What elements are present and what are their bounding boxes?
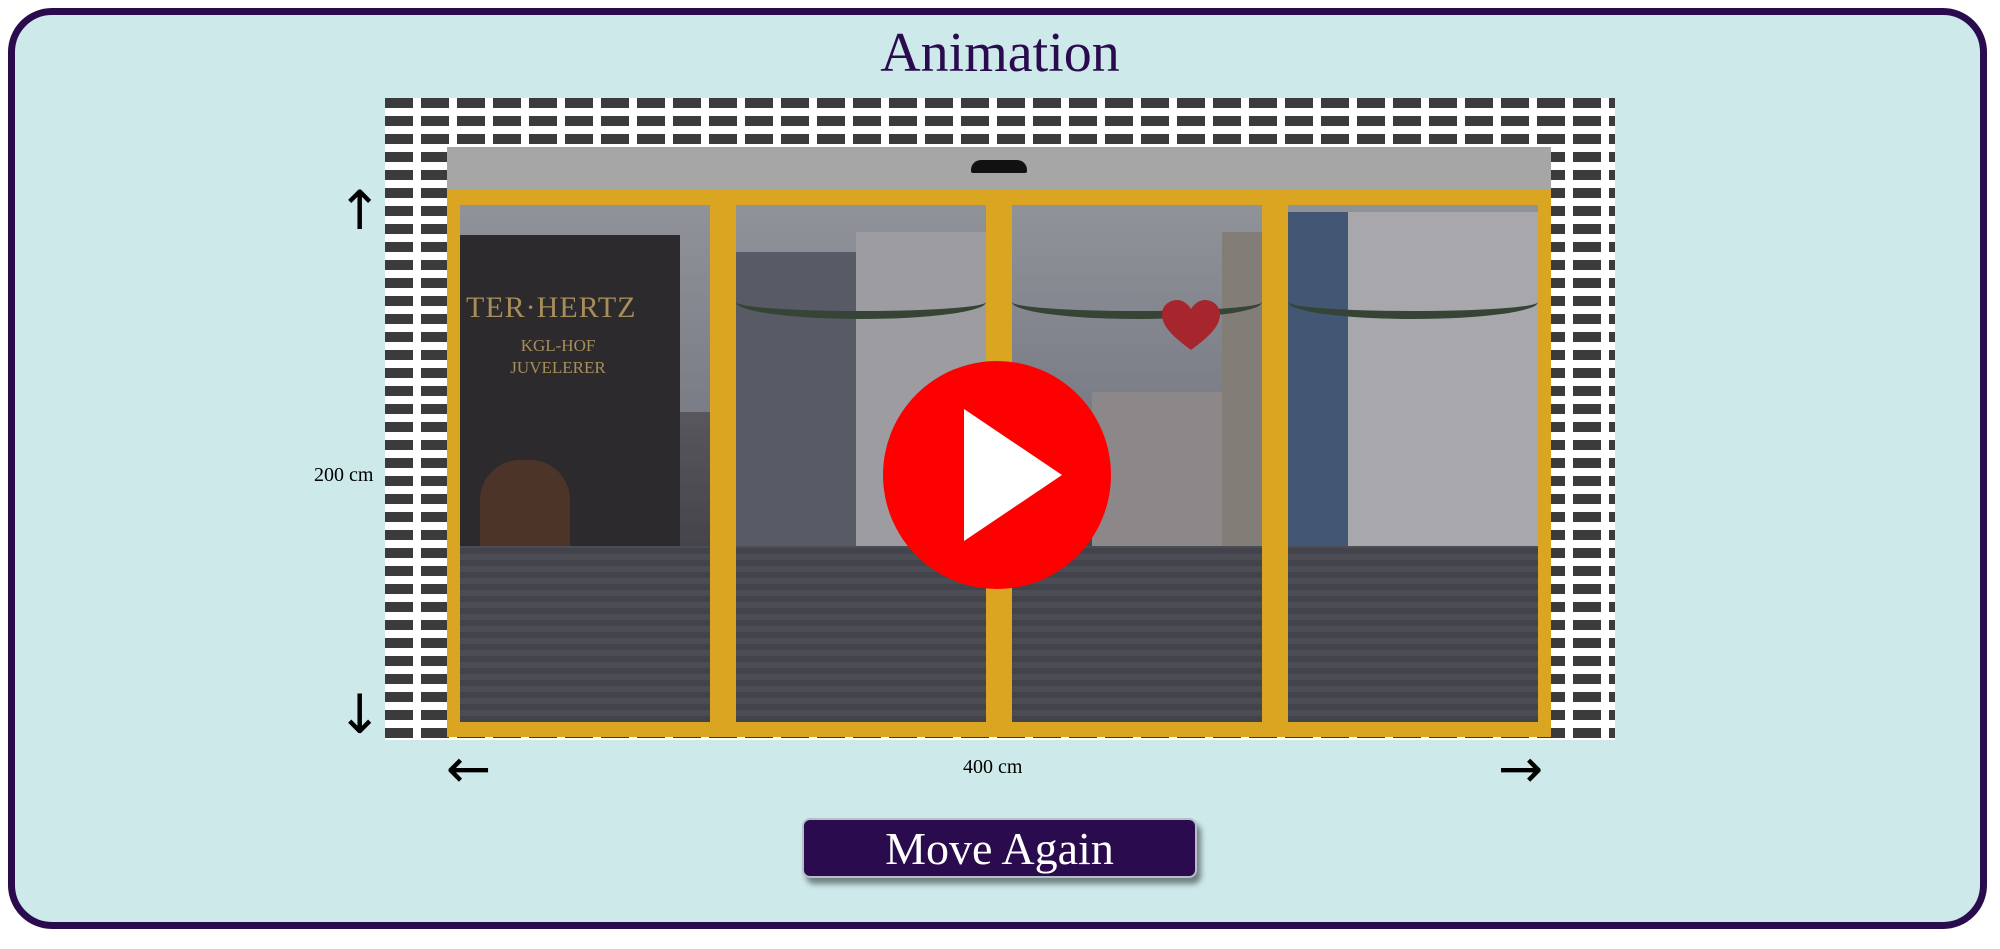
video-dim-overlay — [460, 205, 710, 722]
door-pane-1: TER·HERTZ KGL-HOF JUVELERER — [460, 205, 710, 722]
page-title: Animation — [880, 22, 1120, 84]
play-icon[interactable] — [964, 409, 1062, 541]
height-label: 200 cm — [314, 464, 374, 486]
video-dim-overlay — [1288, 205, 1538, 722]
door-pane-4 — [1288, 205, 1538, 722]
arrow-right-icon: → — [1498, 737, 1544, 800]
move-again-button[interactable]: Move Again — [802, 818, 1197, 878]
arrow-down-icon: ↓ — [337, 683, 383, 746]
motion-sensor-icon — [971, 160, 1027, 173]
arrow-up-icon: ↑ — [337, 179, 383, 242]
width-label: 400 cm — [963, 756, 1023, 778]
arrow-left-icon: ← — [446, 737, 492, 800]
